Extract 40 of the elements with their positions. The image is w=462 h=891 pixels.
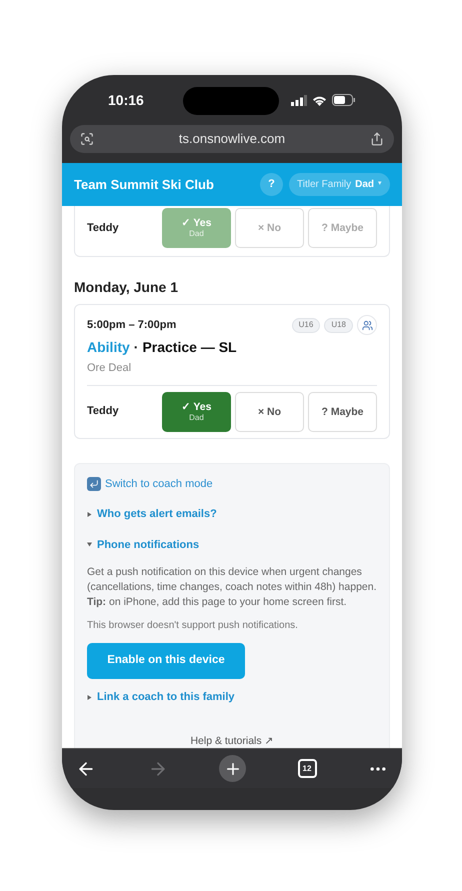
- return-icon: [87, 476, 101, 491]
- maybe-button[interactable]: ? Maybe: [308, 208, 377, 248]
- status-time: 10:16: [108, 90, 144, 110]
- url-bar[interactable]: ts.onsnowlive.com: [70, 125, 394, 153]
- notification-description: Get a push notification on this device when urgent changes (cancellations, time changes, coach notes within 48h) happen. Tip: on iPhone, add this page to your home screen first.: [87, 565, 377, 610]
- yes-button[interactable]: ✓ Yes Dad: [162, 392, 231, 432]
- signal-icon: [291, 94, 307, 106]
- coach-mode-link[interactable]: Switch to coach mode: [105, 476, 213, 492]
- club-title: Team Summit Ski Club: [74, 176, 214, 194]
- yes-button[interactable]: ✓ Yes Dad: [162, 208, 231, 248]
- share-icon[interactable]: [370, 132, 384, 146]
- age-tag: U18: [324, 318, 353, 332]
- scan-icon[interactable]: [80, 132, 94, 146]
- enable-button[interactable]: Enable on this device: [87, 643, 245, 679]
- disclosure-toggle[interactable]: Link a coach to this family: [87, 689, 377, 706]
- athlete-name: Teddy: [87, 220, 120, 236]
- event-category[interactable]: Ability: [87, 337, 130, 358]
- support-note: This browser doesn't support push notifications.: [87, 619, 299, 633]
- maybe-button[interactable]: ? Maybe: [308, 392, 377, 432]
- wifi-icon: [312, 94, 327, 106]
- disclosure-toggle[interactable]: Phone notifications: [87, 536, 377, 553]
- tabs-button[interactable]: 12: [298, 759, 316, 778]
- group-icon: [357, 315, 377, 335]
- age-tag: U16: [292, 318, 320, 332]
- event-time: 5:00pm – 7:00pm: [87, 318, 176, 333]
- new-tab-button[interactable]: [219, 755, 246, 782]
- battery-icon: [332, 94, 356, 106]
- triangle-right-icon: [87, 694, 92, 700]
- triangle-down-icon: [87, 542, 92, 548]
- athlete-name: Teddy: [87, 404, 120, 420]
- help-button[interactable]: ?: [260, 173, 284, 196]
- no-button[interactable]: × No: [235, 392, 304, 432]
- event-location: Ore Deal: [87, 361, 132, 376]
- triangle-right-icon: [87, 512, 92, 517]
- no-button[interactable]: × No: [235, 208, 304, 248]
- help-link[interactable]: Help & tutorials ↗: [190, 734, 274, 746]
- disclosure-toggle[interactable]: Who gets alert emails?: [87, 506, 377, 522]
- event-title: Practice — SL: [142, 338, 237, 357]
- day-heading: Monday, June 1: [74, 278, 179, 297]
- separator-dot: ·: [134, 338, 138, 357]
